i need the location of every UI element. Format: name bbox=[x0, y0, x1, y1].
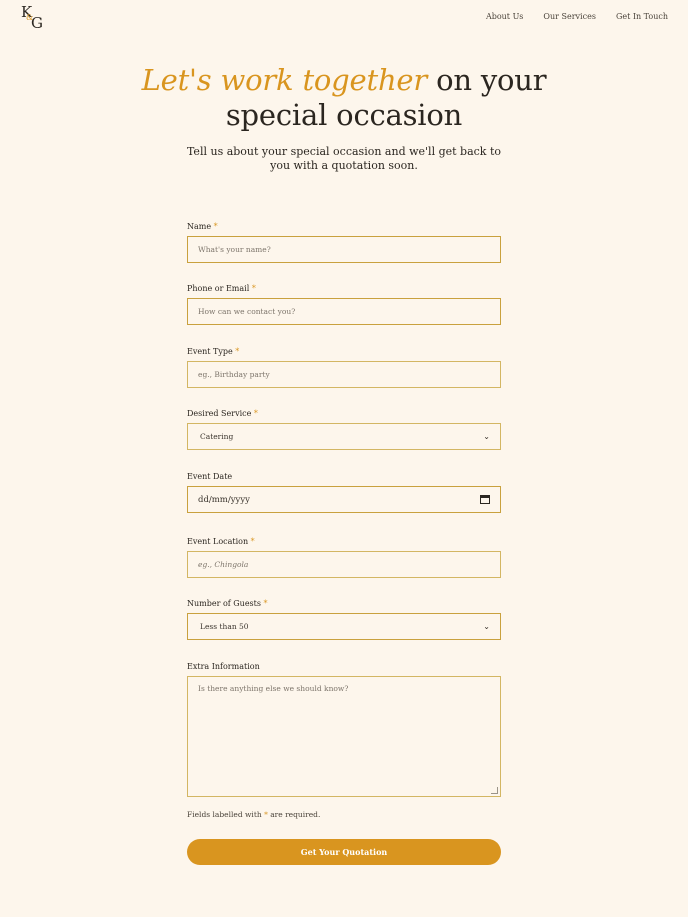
extra-label: Extra Information bbox=[187, 662, 260, 671]
date-value: dd/mm/yyyy bbox=[198, 494, 250, 505]
field-name: Name * What's your name? bbox=[187, 222, 501, 263]
page-title: Let's work together on your special occa… bbox=[0, 63, 688, 133]
field-extra: Extra Information Is there anything else… bbox=[187, 662, 501, 797]
chevron-down-icon: ⌄ bbox=[483, 432, 490, 441]
field-service: Desired Service * Catering ⌄ bbox=[187, 409, 501, 450]
guests-select[interactable]: Less than 50 ⌄ bbox=[187, 613, 501, 640]
field-event-type: Event Type * eg., Birthday party bbox=[187, 347, 501, 388]
contact-input[interactable]: How can we contact you? bbox=[187, 298, 501, 325]
field-location: Event Location * eg., Chingola bbox=[187, 537, 501, 578]
contact-placeholder: How can we contact you? bbox=[198, 307, 296, 316]
main-nav: About Us Our Services Get In Touch bbox=[486, 12, 668, 21]
nav-about-us[interactable]: About Us bbox=[486, 12, 523, 21]
service-select[interactable]: Catering ⌄ bbox=[187, 423, 501, 450]
service-label: Desired Service * bbox=[187, 409, 258, 418]
date-label: Event Date bbox=[187, 472, 233, 481]
guests-value: Less than 50 bbox=[200, 622, 249, 631]
resize-handle-icon[interactable] bbox=[491, 787, 498, 794]
nav-our-services[interactable]: Our Services bbox=[543, 12, 596, 21]
extra-placeholder: Is there anything else we should know? bbox=[198, 684, 349, 693]
submit-button[interactable]: Get Your Quotation bbox=[187, 839, 501, 865]
field-guests: Number of Guests * Less than 50 ⌄ bbox=[187, 599, 501, 640]
event-type-input[interactable]: eg., Birthday party bbox=[187, 361, 501, 388]
name-label: Name * bbox=[187, 222, 218, 231]
service-value: Catering bbox=[200, 432, 234, 441]
extra-textarea[interactable]: Is there anything else we should know? bbox=[187, 676, 501, 797]
field-contact: Phone or Email * How can we contact you? bbox=[187, 284, 501, 325]
required-note: Fields labelled with * are required. bbox=[187, 810, 321, 819]
date-input[interactable]: dd/mm/yyyy bbox=[187, 486, 501, 513]
location-input[interactable]: eg., Chingola bbox=[187, 551, 501, 578]
location-placeholder: eg., Chingola bbox=[198, 560, 249, 569]
title-line-2: special occasion bbox=[225, 98, 463, 132]
calendar-icon[interactable] bbox=[480, 495, 490, 504]
title-rest: on your bbox=[436, 63, 547, 97]
event-type-placeholder: eg., Birthday party bbox=[198, 370, 270, 379]
chevron-down-icon: ⌄ bbox=[483, 622, 490, 631]
name-input[interactable]: What's your name? bbox=[187, 236, 501, 263]
guests-label: Number of Guests * bbox=[187, 599, 268, 608]
hero-section: Let's work together on your special occa… bbox=[0, 63, 688, 173]
name-placeholder: What's your name? bbox=[198, 245, 271, 254]
logo-letter-g: G bbox=[31, 14, 43, 32]
event-type-label: Event Type * bbox=[187, 347, 240, 356]
field-date: Event Date dd/mm/yyyy bbox=[187, 472, 501, 513]
nav-get-in-touch[interactable]: Get In Touch bbox=[616, 12, 668, 21]
location-label: Event Location * bbox=[187, 537, 255, 546]
brand-logo[interactable]: K & G bbox=[21, 5, 47, 33]
title-accent: Let's work together bbox=[141, 63, 428, 97]
page-subtitle: Tell us about your special occasion and … bbox=[186, 145, 502, 172]
contact-label: Phone or Email * bbox=[187, 284, 256, 293]
